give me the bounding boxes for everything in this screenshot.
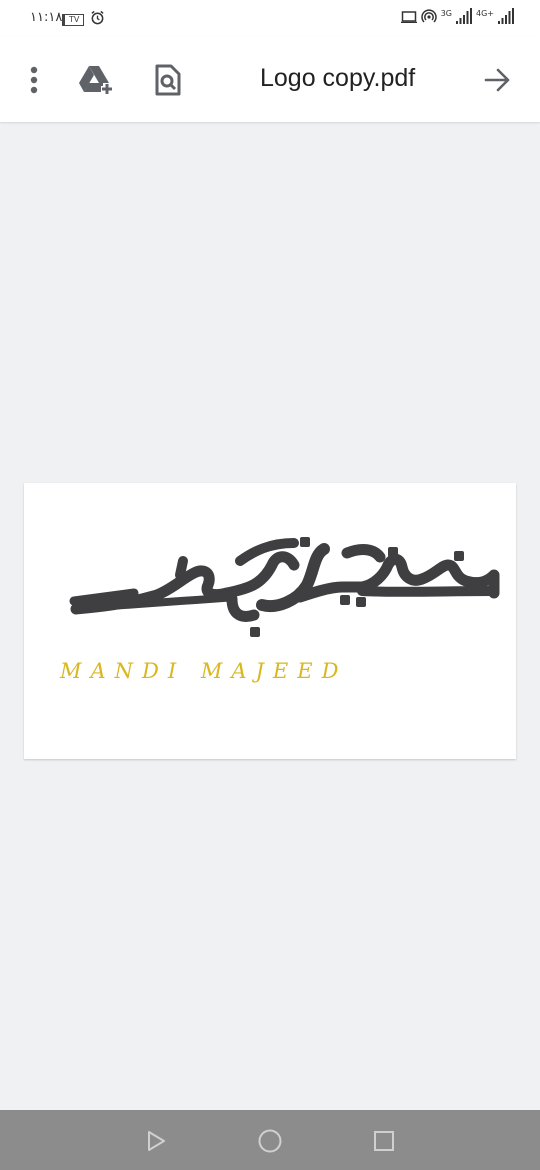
signal-icon [456,8,472,29]
status-right-icons: 3G 4G+ [400,8,514,29]
find-in-page-icon[interactable] [148,60,188,100]
status-left-icons: TV [62,10,105,30]
hotspot-icon [421,8,437,29]
network-type-1: 3G [440,9,452,18]
status-bar: ١١:١٨ TV 3G 4G+ [0,0,540,36]
tv-icon: TV [62,14,85,26]
signal-icon [498,8,514,29]
app-bar: Logo copy.pdf [0,36,540,122]
pdf-page[interactable]: MANDI MAJEED [24,483,516,759]
cast-icon [400,10,417,28]
add-to-drive-icon[interactable] [76,60,116,100]
status-time: ١١:١٨ [30,10,63,25]
navigation-bar [0,1110,540,1170]
arabic-calligraphy-logo [69,537,500,637]
recents-square-icon[interactable] [368,1125,400,1157]
network-type-2: 4G+ [476,9,494,18]
back-triangle-icon[interactable] [140,1125,172,1157]
arrow-forward-icon[interactable] [478,60,518,100]
more-vert-icon[interactable] [14,60,54,100]
logo-caption: MANDI MAJEED [60,659,348,683]
home-circle-icon[interactable] [254,1125,286,1157]
alarm-icon [90,10,105,30]
file-title: Logo copy.pdf [260,64,416,92]
